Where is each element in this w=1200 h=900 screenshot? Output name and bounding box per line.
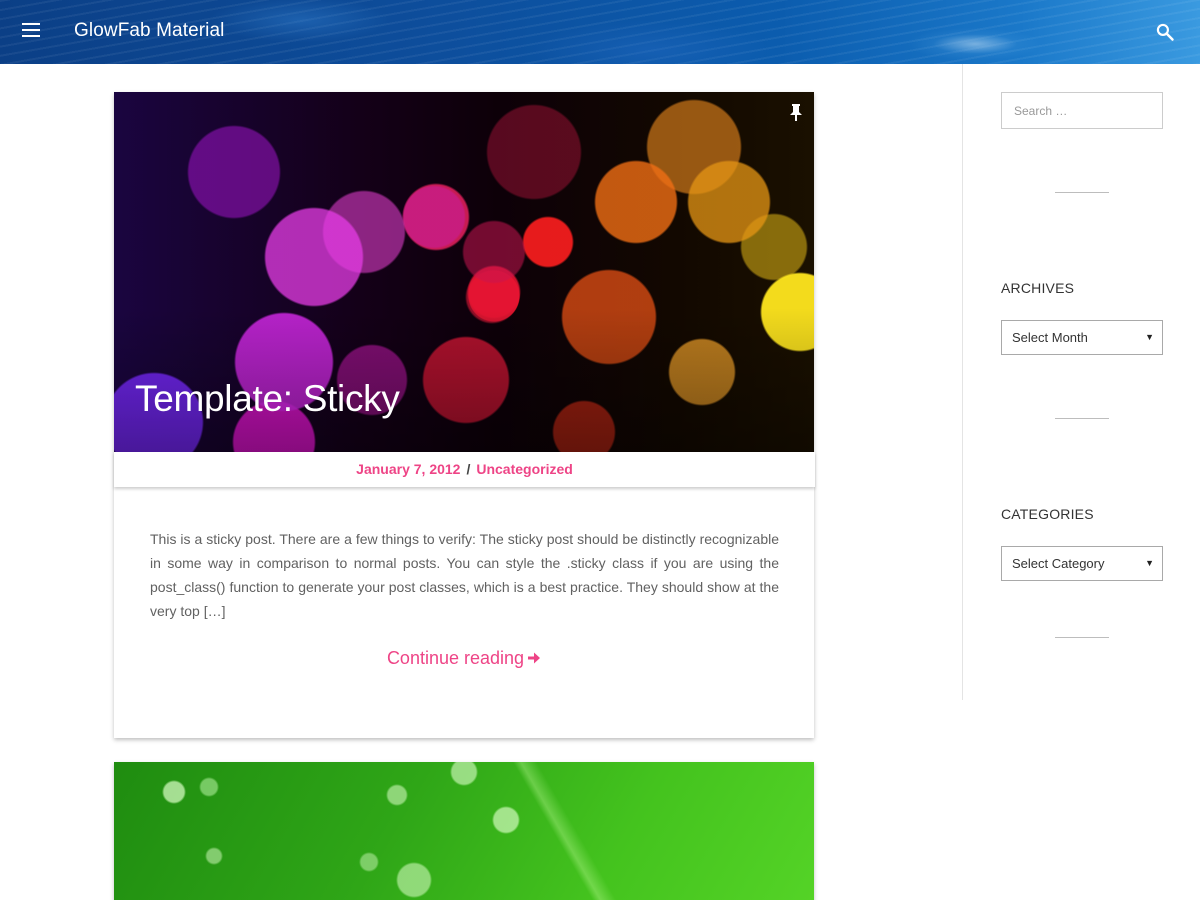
meta-separator: / [466, 461, 471, 477]
post-title[interactable]: Template: Sticky [135, 378, 400, 420]
search-icon[interactable] [1155, 22, 1177, 44]
post-date-link[interactable]: January 7, 2012 [356, 461, 460, 477]
sidebar-divider [962, 64, 963, 700]
widget-divider [1055, 418, 1109, 419]
categories-title: CATEGORIES [1001, 506, 1094, 522]
post-excerpt: This is a sticky post. There are a few t… [150, 531, 779, 619]
archives-selected: Select Month [1012, 330, 1088, 345]
widget-divider [1055, 192, 1109, 193]
site-title[interactable]: GlowFab Material [74, 20, 224, 42]
search-input[interactable] [1001, 92, 1163, 129]
continue-reading-link[interactable]: Continue reading [114, 648, 814, 670]
archives-dropdown[interactable]: Select Month ▼ [1001, 320, 1163, 355]
post-meta: January 7, 2012 / Uncategorized [114, 452, 815, 487]
categories-selected: Select Category [1012, 556, 1105, 571]
widget-divider [1055, 637, 1109, 638]
site-header: GlowFab Material [0, 0, 1200, 64]
archives-title: ARCHIVES [1001, 280, 1075, 296]
chevron-down-icon: ▼ [1145, 558, 1154, 568]
post-card: Template: Sticky January 7, 2012 / Uncateg… [114, 92, 815, 738]
categories-dropdown[interactable]: Select Category ▼ [1001, 546, 1163, 581]
arrow-right-icon [527, 649, 541, 670]
hamburger-menu-icon[interactable] [22, 23, 42, 41]
chevron-down-icon: ▼ [1145, 332, 1154, 342]
pin-icon [789, 104, 803, 122]
post-category-link[interactable]: Uncategorized [476, 461, 572, 477]
continue-reading-label: Continue reading [386, 648, 525, 668]
next-post-featured-image[interactable] [114, 762, 814, 900]
